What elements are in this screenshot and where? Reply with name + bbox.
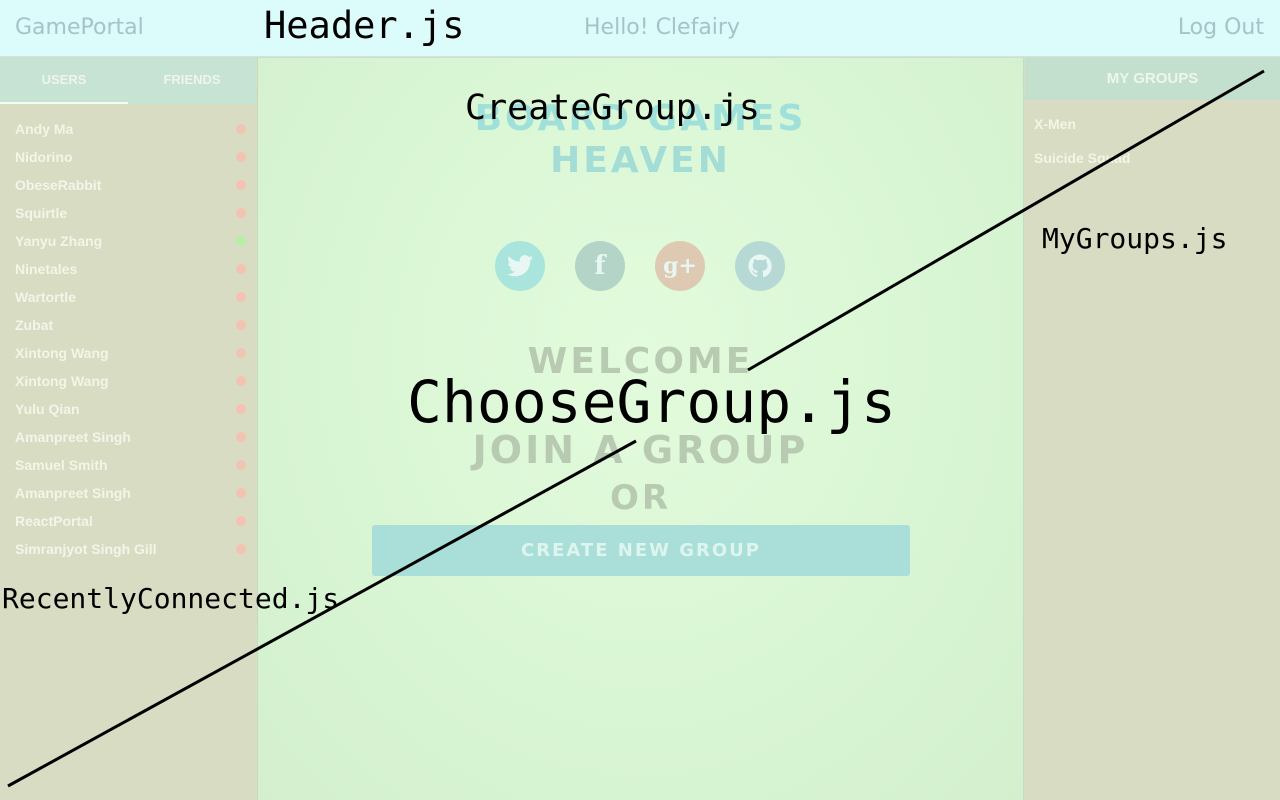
user-tabs: USERS FRIENDS bbox=[0, 58, 256, 104]
offline-status-dot bbox=[236, 516, 246, 526]
user-list-item[interactable]: Nidorino bbox=[0, 143, 256, 171]
app-title-line2: HEAVEN bbox=[550, 140, 731, 181]
offline-status-dot bbox=[236, 152, 246, 162]
user-list-item[interactable]: Samuel Smith bbox=[0, 451, 256, 479]
user-list-item[interactable]: Wartortle bbox=[0, 283, 256, 311]
user-name: ReactPortal bbox=[15, 513, 93, 529]
create-new-group-button[interactable]: CREATE NEW GROUP bbox=[372, 525, 910, 576]
user-list-item[interactable]: ReactPortal bbox=[0, 507, 256, 535]
app-header: GamePortal Hello! Clefairy Log Out bbox=[0, 0, 1280, 57]
user-list-item[interactable]: Xintong Wang bbox=[0, 339, 256, 367]
user-name: Amanpreet Singh bbox=[15, 429, 131, 445]
recently-connected-panel: USERS FRIENDS Andy Ma Nidorino ObeseRabbit… bbox=[0, 58, 256, 800]
user-name: Yulu Qian bbox=[15, 401, 80, 417]
user-name: ObeseRabbit bbox=[15, 177, 102, 193]
annotation-recently-connected: RecentlyConnected.js bbox=[2, 582, 340, 615]
offline-status-dot bbox=[236, 460, 246, 470]
greeting-text: Hello! Clefairy bbox=[584, 15, 740, 40]
user-list: Andy Ma Nidorino ObeseRabbit Squirtle Yanyu … bbox=[0, 104, 256, 563]
user-name: Samuel Smith bbox=[15, 457, 108, 473]
user-name: Squirtle bbox=[15, 205, 68, 221]
brand-logo[interactable]: GamePortal bbox=[15, 15, 144, 40]
user-list-item[interactable]: Yanyu Zhang bbox=[0, 227, 256, 255]
logout-button[interactable]: Log Out bbox=[1178, 15, 1264, 40]
annotation-my-groups: MyGroups.js bbox=[1042, 222, 1228, 255]
user-name: Wartortle bbox=[15, 289, 76, 305]
user-name: Zubat bbox=[15, 317, 54, 333]
user-list-item[interactable]: Yulu Qian bbox=[0, 395, 256, 423]
my-groups-panel: MY GROUPS X-Men Suicide Squad bbox=[1025, 58, 1280, 800]
user-name: Amanpreet Singh bbox=[15, 485, 131, 501]
user-name: Andy Ma bbox=[15, 121, 74, 137]
offline-status-dot bbox=[236, 544, 246, 554]
group-item[interactable]: X-Men bbox=[1025, 107, 1280, 141]
user-name: Ninetales bbox=[15, 261, 78, 277]
user-list-item[interactable]: ObeseRabbit bbox=[0, 171, 256, 199]
annotation-choose-group: ChooseGroup.js bbox=[407, 368, 896, 436]
user-list-item[interactable]: Amanpreet Singh bbox=[0, 479, 256, 507]
tab-friends[interactable]: FRIENDS bbox=[128, 58, 256, 104]
group-item[interactable]: Suicide Squad bbox=[1025, 141, 1280, 175]
offline-status-dot bbox=[236, 404, 246, 414]
offline-status-dot bbox=[236, 348, 246, 358]
tab-users[interactable]: USERS bbox=[0, 58, 128, 104]
github-icon[interactable] bbox=[735, 241, 785, 291]
facebook-icon[interactable]: f bbox=[575, 241, 625, 291]
user-name: Simranjyot Singh Gill bbox=[15, 541, 157, 557]
offline-status-dot bbox=[236, 124, 246, 134]
offline-status-dot bbox=[236, 320, 246, 330]
offline-status-dot bbox=[236, 264, 246, 274]
user-list-item[interactable]: Xintong Wang bbox=[0, 367, 256, 395]
online-status-dot bbox=[236, 236, 246, 246]
my-groups-title: MY GROUPS bbox=[1025, 58, 1280, 100]
user-list-item[interactable]: Zubat bbox=[0, 311, 256, 339]
user-name: Nidorino bbox=[15, 149, 73, 165]
user-list-item[interactable]: Ninetales bbox=[0, 255, 256, 283]
user-list-item[interactable]: Simranjyot Singh Gill bbox=[0, 535, 256, 563]
offline-status-dot bbox=[236, 292, 246, 302]
offline-status-dot bbox=[236, 180, 246, 190]
user-list-item[interactable]: Squirtle bbox=[0, 199, 256, 227]
google-plus-icon[interactable]: g+ bbox=[655, 241, 705, 291]
offline-status-dot bbox=[236, 208, 246, 218]
annotation-header: Header.js bbox=[264, 4, 465, 47]
user-name: Xintong Wang bbox=[15, 373, 109, 389]
offline-status-dot bbox=[236, 376, 246, 386]
annotation-create-group: CreateGroup.js bbox=[465, 88, 761, 128]
user-list-item[interactable]: Andy Ma bbox=[0, 115, 256, 143]
user-name: Yanyu Zhang bbox=[15, 233, 103, 249]
user-list-item[interactable]: Amanpreet Singh bbox=[0, 423, 256, 451]
offline-status-dot bbox=[236, 432, 246, 442]
user-name: Xintong Wang bbox=[15, 345, 109, 361]
offline-status-dot bbox=[236, 488, 246, 498]
twitter-icon[interactable] bbox=[495, 241, 545, 291]
social-links: f g+ bbox=[495, 241, 785, 291]
or-divider: OR bbox=[609, 478, 672, 518]
group-list: X-Men Suicide Squad bbox=[1025, 100, 1280, 175]
